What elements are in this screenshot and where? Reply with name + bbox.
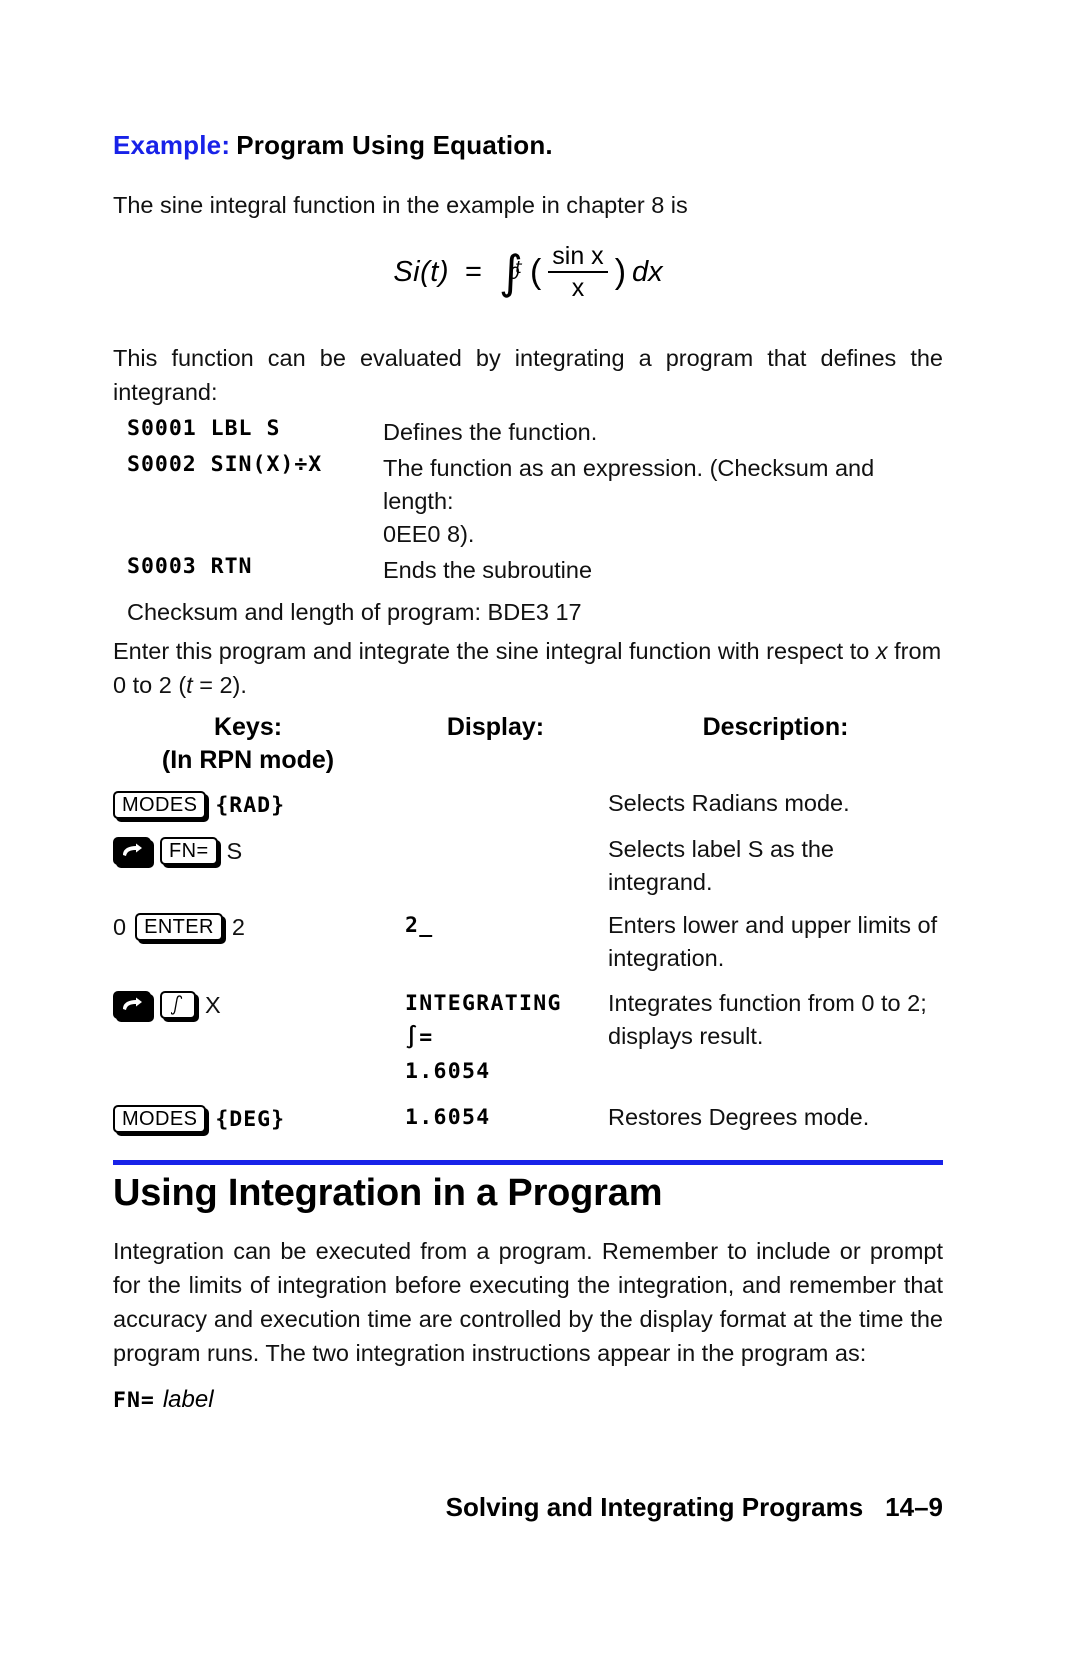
row-description: Selects Radians mode. — [608, 790, 850, 816]
modes-key[interactable]: MODES — [113, 791, 207, 819]
enter-text-c: = 2). — [192, 672, 247, 698]
integral-icon — [171, 995, 183, 1015]
row-description: Restores Degrees mode. — [608, 1104, 870, 1130]
program-row-description: Defines the function. — [383, 416, 943, 449]
digit-two: 2 — [231, 913, 245, 940]
program-code-line: S0002 SIN(X)÷X — [127, 452, 323, 477]
document-page: Example: Program Using Equation. The sine… — [0, 0, 1080, 1672]
fn-instruction-operand: label — [162, 1386, 214, 1413]
program-checksum-line: Checksum and length of program: BDE3 17 — [127, 599, 582, 625]
formula-open-paren: ( — [529, 252, 542, 291]
fraction-numerator: sin x — [548, 243, 608, 274]
rad-annunciator: {RAD} — [215, 792, 286, 818]
header-description: Description: — [702, 713, 849, 741]
row-keys: MODES {RAD} — [113, 787, 383, 823]
modes-key[interactable]: MODES — [113, 1105, 207, 1133]
enter-var-x: x — [875, 638, 888, 664]
keystroke-table-header: Keys: (In RPN mode) Display: Description… — [113, 713, 943, 785]
formula-fraction: sin x x — [548, 243, 608, 303]
table-row: MODES {DEG} 1.6054 Restores Degrees mode… — [113, 1101, 943, 1137]
sine-integral-formula: Si(t) = ∫ t 0 ( sin x x ) dx — [113, 243, 943, 313]
row-keys: X — [113, 987, 383, 1023]
row-keys: FN= S — [113, 833, 383, 869]
enter-key[interactable]: ENTER — [135, 913, 223, 941]
shift-key[interactable] — [113, 991, 151, 1019]
enter-text-a: Enter this program and integrate the sin… — [113, 638, 876, 664]
formula-differential: dx — [632, 255, 663, 288]
program-row-description: The function as an expression. (Checksum… — [383, 452, 943, 551]
integral-sign-icon: ∫ t 0 — [498, 245, 523, 300]
fn-instruction-mnemonic: FN= — [113, 1388, 155, 1413]
program-code-line: S0001 LBL S — [127, 416, 281, 441]
keystroke-table: Keys: (In RPN mode) Display: Description… — [113, 713, 943, 1137]
program-code-line: S0003 RTN — [127, 554, 253, 579]
example-title: Program Using Equation. — [236, 130, 553, 160]
shift-arrow-icon — [123, 997, 142, 1010]
shift-key[interactable] — [113, 837, 151, 865]
program-row: S0001 LBL S Defines the function. — [113, 416, 943, 449]
program-row: S0002 SIN(X)÷X The function as an expres… — [113, 452, 943, 551]
table-row: 0 ENTER 2 2_ Enters lower and upper limi… — [113, 909, 943, 975]
program-description-text: Defines the function. — [383, 419, 598, 445]
example-keyword: Example: — [113, 130, 231, 160]
intro-paragraph: The sine integral function in the exampl… — [113, 192, 688, 218]
row-description: Enters lower and upper limits of integra… — [608, 912, 938, 971]
section-paragraph: Integration can be executed from a progr… — [113, 1238, 943, 1366]
fraction-denominator: x — [571, 274, 585, 303]
header-display: Display: — [446, 713, 545, 741]
shift-arrow-icon — [123, 843, 142, 856]
section-divider — [113, 1160, 943, 1165]
section-title: Using Integration in a Program — [113, 1172, 663, 1214]
program-description-text: Ends the subroutine — [383, 557, 593, 583]
variable-x: X — [205, 991, 221, 1018]
program-description-text: The function as an expression. (Checksum… — [383, 455, 875, 514]
row-keys: 0 ENTER 2 — [113, 909, 383, 945]
formula-equals: = — [465, 255, 482, 288]
program-description-continuation: 0EE0 8). — [383, 521, 475, 547]
row-description: Integrates function from 0 to 2; display… — [608, 990, 927, 1049]
example-heading: Example: Program Using Equation. — [113, 130, 553, 161]
row-description: Selects label S as the integrand. — [608, 836, 834, 895]
footer-title: Solving and Integrating Programs — [445, 1492, 864, 1522]
row-display: INTEGRATING ∫= 1.6054 — [405, 991, 562, 1084]
table-row: MODES {RAD} Selects Radians mode. — [113, 787, 943, 823]
row-keys: MODES {DEG} — [113, 1101, 383, 1137]
table-row: FN= S Selects label S as the integrand. — [113, 833, 943, 899]
table-row: X INTEGRATING ∫= 1.6054 Integrates funct… — [113, 987, 943, 1089]
formula-lhs: Si(t) — [393, 255, 450, 288]
digit-zero: 0 — [113, 913, 127, 940]
footer-page-number: 14–9 — [885, 1492, 943, 1522]
header-keys: Keys: — [213, 713, 283, 741]
enter-program-paragraph: Enter this program and integrate the sin… — [113, 634, 943, 702]
formula-close-paren: ) — [614, 252, 627, 291]
this-function-paragraph: This function can be evaluated by integr… — [113, 345, 943, 405]
deg-annunciator: {DEG} — [215, 1106, 286, 1132]
row-display: 2_ — [405, 913, 434, 938]
label-s: S — [226, 837, 243, 864]
integral-key[interactable] — [160, 991, 196, 1019]
program-row-description: Ends the subroutine — [383, 554, 943, 587]
header-keys-submode: (In RPN mode) — [161, 746, 335, 774]
fn-equals-key[interactable]: FN= — [160, 837, 218, 865]
program-row: S0003 RTN Ends the subroutine — [113, 554, 943, 587]
integral-lower-limit: 0 — [508, 264, 520, 285]
row-display: 1.6054 — [405, 1105, 491, 1130]
program-listing: S0001 LBL S Defines the function. S0002 … — [113, 416, 943, 626]
page-footer: Solving and Integrating Programs 14–9 — [113, 1492, 943, 1523]
fn-instruction-line: FN= label — [113, 1386, 214, 1414]
